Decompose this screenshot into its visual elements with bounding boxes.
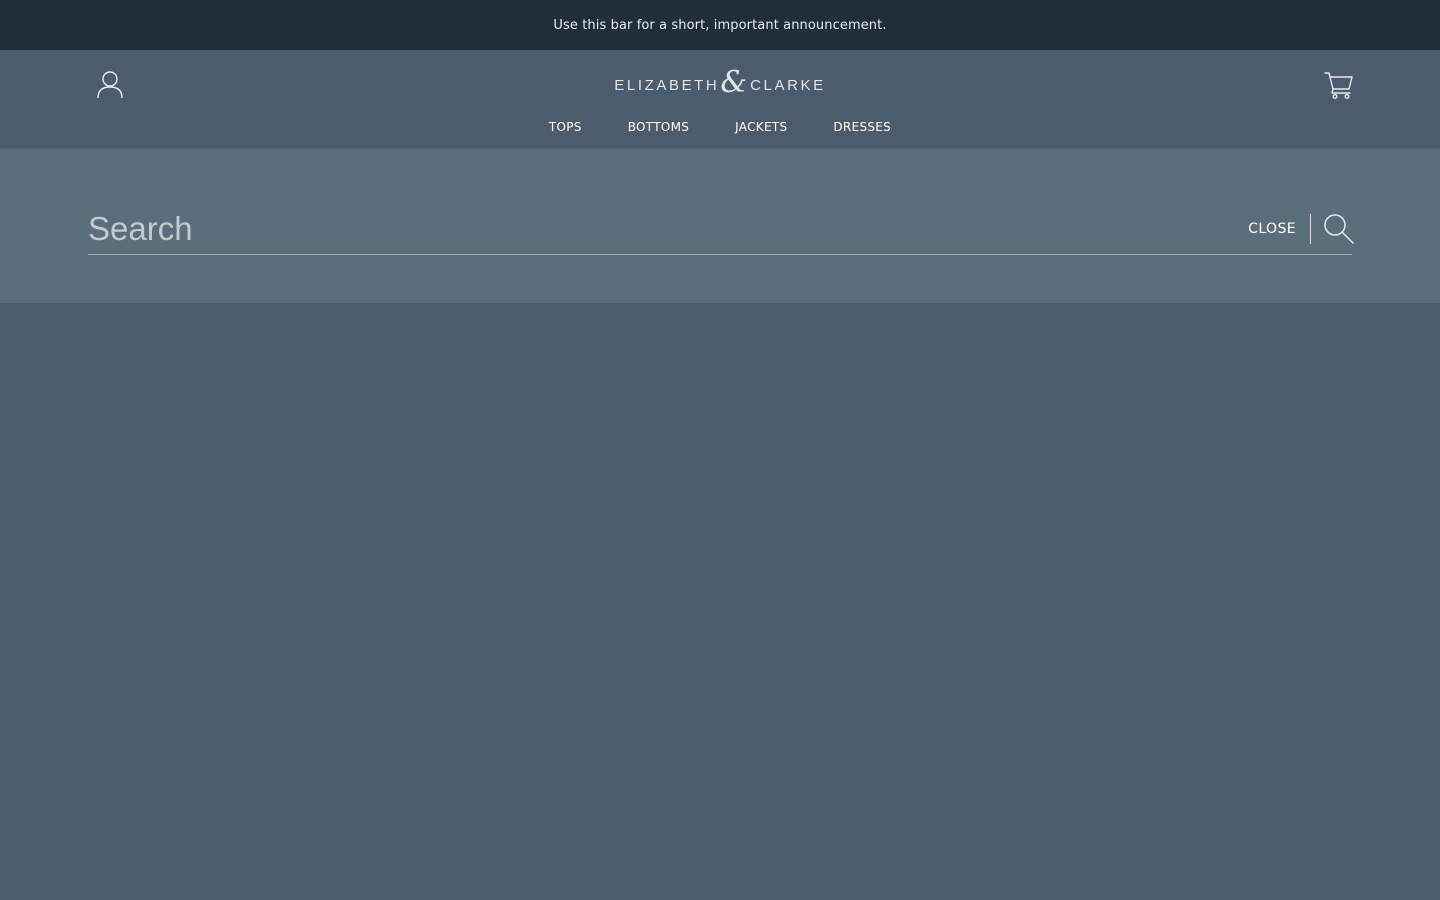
brand-logo[interactable]: ELIZABETH & CLARKE bbox=[614, 65, 826, 100]
nav-item-jackets[interactable]: JACKETS bbox=[735, 120, 787, 134]
search-divider bbox=[1310, 213, 1311, 244]
page-body-overlay bbox=[0, 303, 1440, 900]
search-submit-button[interactable] bbox=[1323, 213, 1354, 244]
nav-item-dresses[interactable]: DRESSES bbox=[833, 120, 891, 134]
nav-item-bottoms[interactable]: BOTTOMS bbox=[628, 120, 689, 134]
search-row: CLOSE bbox=[88, 203, 1354, 255]
logo-ampersand: & bbox=[720, 65, 748, 100]
logo-right-word: CLARKE bbox=[750, 76, 826, 94]
site-header: ELIZABETH & CLARKE TOPS BOTTOMS JACKETS … bbox=[0, 50, 1440, 149]
search-panel: CLOSE bbox=[0, 149, 1440, 303]
cart-icon[interactable] bbox=[1324, 70, 1354, 100]
nav-item-tops[interactable]: TOPS bbox=[549, 120, 582, 134]
close-search-button[interactable]: CLOSE bbox=[1248, 214, 1310, 244]
announcement-bar: Use this bar for a short, important anno… bbox=[0, 0, 1440, 50]
announcement-text: Use this bar for a short, important anno… bbox=[553, 17, 887, 33]
logo-left-word: ELIZABETH bbox=[614, 76, 720, 94]
main-nav: TOPS BOTTOMS JACKETS DRESSES bbox=[0, 120, 1440, 134]
search-icon bbox=[1324, 214, 1354, 244]
search-input[interactable] bbox=[88, 204, 1249, 253]
user-icon[interactable] bbox=[96, 70, 124, 100]
